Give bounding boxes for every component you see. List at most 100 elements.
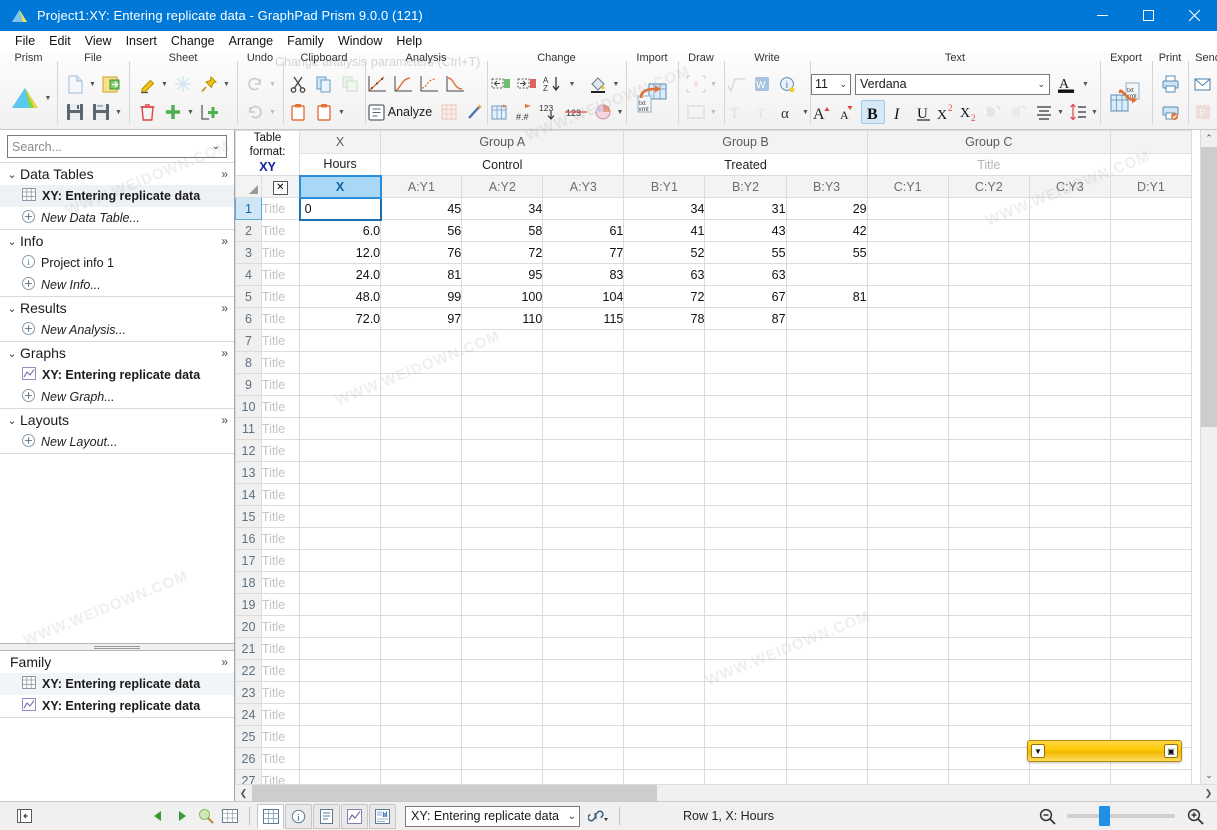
data-cell[interactable] <box>947 725 1030 749</box>
data-cell[interactable] <box>704 681 787 705</box>
sidebar-item-project-info[interactable]: i Project info 1 <box>0 252 234 274</box>
data-cell[interactable] <box>1028 417 1111 441</box>
data-cell[interactable] <box>866 241 949 265</box>
data-cell[interactable]: 72 <box>623 285 706 309</box>
data-cell[interactable]: 115 <box>542 307 625 331</box>
data-cell[interactable] <box>1109 527 1193 551</box>
hscroll-thumb[interactable] <box>252 785 657 801</box>
data-cell[interactable] <box>1109 439 1193 463</box>
data-cell[interactable] <box>785 747 868 771</box>
row-title-cell[interactable]: Title <box>261 681 301 705</box>
data-cell[interactable] <box>542 329 625 353</box>
family-item-graph[interactable]: XY: Entering replicate data <box>0 695 234 717</box>
row-title-cell[interactable]: Title <box>261 659 301 683</box>
data-cell[interactable] <box>542 593 625 617</box>
data-cell[interactable] <box>947 659 1030 683</box>
data-cell[interactable] <box>623 417 706 441</box>
data-cell[interactable] <box>380 373 463 397</box>
data-cell[interactable] <box>785 615 868 639</box>
data-cell[interactable] <box>299 373 382 397</box>
data-cell[interactable] <box>461 637 544 661</box>
data-cell[interactable] <box>461 483 544 507</box>
nav-header-graphs[interactable]: ⌄ Graphs » <box>0 342 234 364</box>
data-cell[interactable] <box>380 439 463 463</box>
column-header-X[interactable]: X <box>298 174 382 199</box>
data-cell[interactable] <box>461 681 544 705</box>
vscroll-track[interactable] <box>1201 147 1217 767</box>
column-header-B-Y1[interactable]: B:Y1 <box>623 175 706 199</box>
prism-logo-icon[interactable] <box>5 78 45 118</box>
data-cell[interactable] <box>461 747 544 771</box>
data-cell[interactable] <box>866 505 949 529</box>
data-cell[interactable] <box>380 329 463 353</box>
data-cell[interactable]: 110 <box>461 307 544 331</box>
menu-file[interactable]: File <box>8 33 42 49</box>
sheet-selector[interactable]: XY: Entering replicate data ⌄ <box>405 805 580 827</box>
data-cell[interactable] <box>380 461 463 485</box>
data-cell[interactable] <box>1109 329 1193 353</box>
menu-window[interactable]: Window <box>331 33 389 49</box>
data-cell[interactable] <box>704 725 787 749</box>
row-title-cell[interactable]: Title <box>261 747 301 771</box>
data-cell[interactable] <box>299 461 382 485</box>
group-title-2[interactable]: Treated <box>623 152 868 177</box>
scroll-left-icon[interactable]: ❮ <box>235 785 252 801</box>
data-cell[interactable] <box>704 483 787 507</box>
data-cell[interactable] <box>704 747 787 771</box>
data-cell[interactable] <box>299 439 382 463</box>
data-cell[interactable] <box>704 549 787 573</box>
group-header-2[interactable]: Group B <box>623 130 868 154</box>
column-header-C-Y1[interactable]: C:Y1 <box>866 175 949 199</box>
superscript-icon[interactable]: X2 <box>936 100 958 124</box>
data-cell[interactable] <box>785 351 868 375</box>
data-cell[interactable] <box>380 417 463 441</box>
dose-response-icon[interactable] <box>443 72 467 96</box>
data-cell[interactable] <box>1109 769 1193 784</box>
data-cell[interactable] <box>299 769 382 784</box>
data-cell[interactable] <box>461 373 544 397</box>
data-cell[interactable] <box>623 703 706 727</box>
table-format-cell[interactable]: Table format: XY <box>235 130 301 177</box>
data-cell[interactable] <box>1109 615 1193 639</box>
column-header-B-Y2[interactable]: B:Y2 <box>704 175 787 199</box>
data-cell[interactable]: 24.0 <box>299 263 382 287</box>
font-family-select[interactable]: Verdana ⌄ <box>855 73 1050 95</box>
fill-color-caret-icon[interactable]: ▼ <box>612 81 621 88</box>
data-cell[interactable] <box>542 351 625 375</box>
data-cell[interactable] <box>623 659 706 683</box>
data-cell[interactable] <box>380 747 463 771</box>
add-sheet-caret-icon[interactable]: ▼ <box>186 109 195 116</box>
data-cell[interactable] <box>947 395 1030 419</box>
data-cell[interactable] <box>1028 219 1111 243</box>
data-cell[interactable] <box>866 725 949 749</box>
data-cell[interactable] <box>299 505 382 529</box>
menu-change[interactable]: Change <box>164 33 222 49</box>
data-cell[interactable] <box>1028 395 1111 419</box>
data-cell[interactable] <box>380 769 463 784</box>
data-cell[interactable] <box>542 659 625 683</box>
row-title-cell[interactable]: Title <box>261 307 301 331</box>
data-cell[interactable] <box>1028 571 1111 595</box>
data-cell[interactable] <box>785 637 868 661</box>
line-spacing-icon[interactable] <box>1066 100 1090 124</box>
row-title-cell[interactable]: Title <box>261 395 301 419</box>
hscroll-track[interactable] <box>252 785 1200 801</box>
data-cell[interactable] <box>1109 593 1193 617</box>
data-cell[interactable] <box>1028 461 1111 485</box>
word-icon[interactable]: W <box>750 72 774 96</box>
data-cell[interactable] <box>866 351 949 375</box>
data-cell[interactable] <box>1109 263 1193 287</box>
data-cell[interactable] <box>623 725 706 749</box>
fill-color-icon[interactable] <box>587 72 611 96</box>
row-number[interactable]: 27 <box>235 769 263 784</box>
color-scheme-icon[interactable] <box>591 100 615 124</box>
data-cell[interactable] <box>704 351 787 375</box>
column-header-D-Y1[interactable]: D:Y1 <box>1109 175 1193 199</box>
search-box[interactable]: ⌄ <box>7 135 227 158</box>
data-cell[interactable] <box>299 329 382 353</box>
data-cell[interactable] <box>299 483 382 507</box>
data-cell[interactable] <box>461 571 544 595</box>
data-cell[interactable] <box>299 593 382 617</box>
data-cell[interactable] <box>623 483 706 507</box>
zoom-in-icon[interactable] <box>1183 805 1207 827</box>
